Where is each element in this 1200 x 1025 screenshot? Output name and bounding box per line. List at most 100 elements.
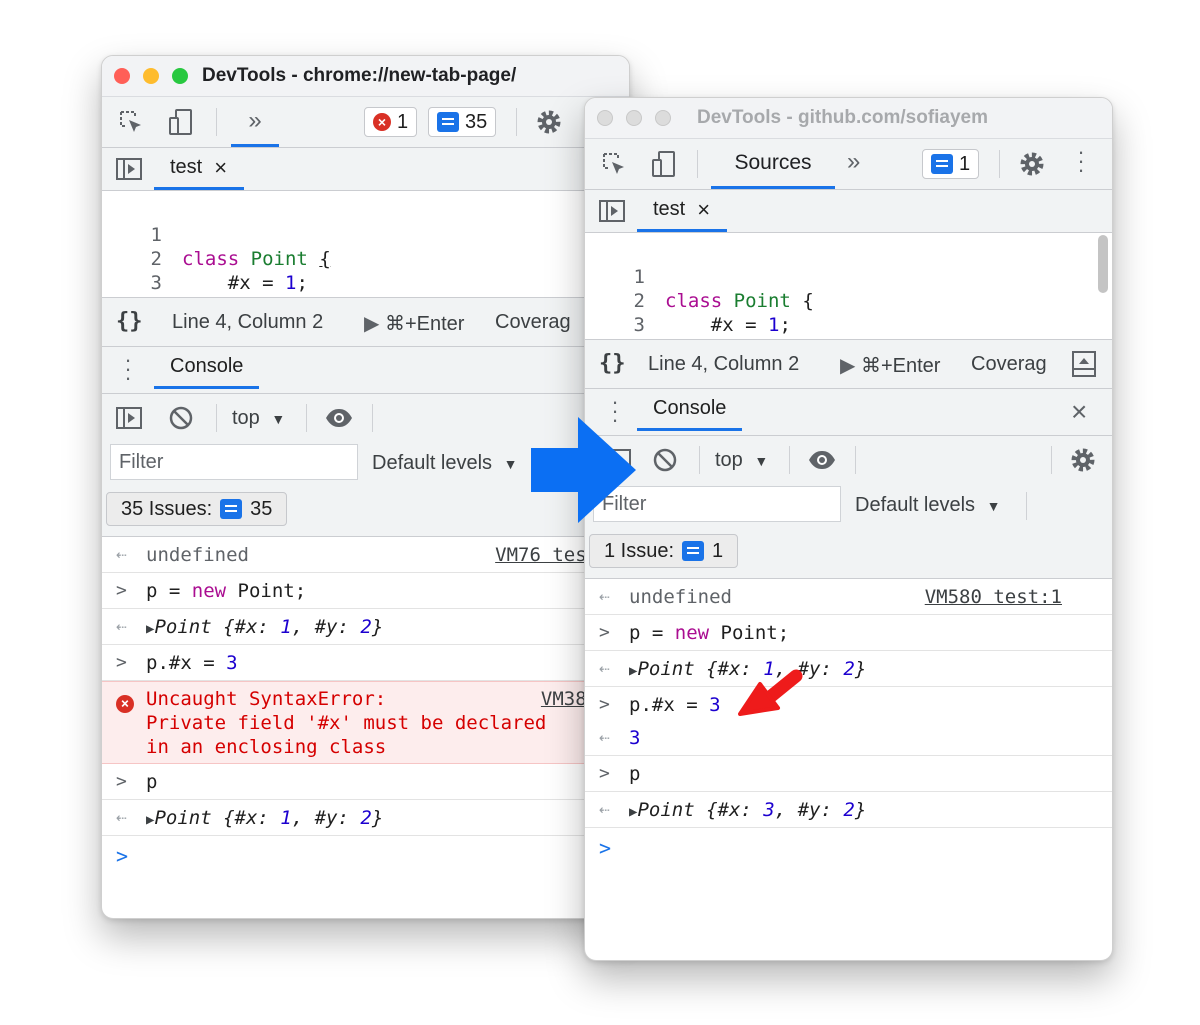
toolbar-separator — [1026, 492, 1027, 520]
tab-console[interactable]: Console — [154, 347, 260, 389]
console-prompt[interactable]: > — [585, 828, 1112, 868]
log-levels-dropdown[interactable]: Default levels ▼ — [855, 494, 1000, 517]
file-tab-test[interactable]: test × — [154, 148, 244, 190]
toggle-navigator-icon[interactable] — [114, 154, 144, 184]
run-shortcut: ⌘+Enter — [384, 313, 465, 335]
log-levels-dropdown[interactable]: Default levels ▼ — [372, 452, 517, 475]
close-drawer-icon[interactable]: × — [1071, 396, 1087, 428]
toggle-sidebar-icon[interactable] — [114, 403, 144, 433]
error-text: in an enclosing class — [146, 736, 387, 758]
device-toolbar-icon[interactable] — [649, 149, 679, 179]
inspect-element-icon[interactable] — [116, 107, 146, 137]
code-editor[interactable]: 1 class Point { 2 #x = 1; 3 #y = 2; 4 } — [585, 233, 1112, 384]
context-selector[interactable]: top ▼ — [232, 407, 285, 430]
live-expression-eye-icon[interactable] — [324, 403, 354, 433]
settings-gear-icon[interactable] — [1017, 149, 1047, 179]
clear-console-icon[interactable] — [650, 445, 680, 475]
object-part: , #y: — [774, 799, 844, 821]
dropdown-arrow-icon: ▼ — [754, 453, 769, 469]
number: 2 — [843, 799, 855, 821]
messages-badge[interactable]: 35 — [428, 107, 497, 137]
object-preview[interactable]: ▶Point {#x: 3, #y: 2} — [629, 799, 866, 821]
console-message: ⇠ ▶Point {#x: 1, #y: 2} — [102, 800, 629, 836]
context-label: top — [715, 449, 743, 471]
log-levels-label: Default levels — [372, 452, 493, 474]
object-part: {#x: — [694, 799, 764, 821]
pretty-print-icon[interactable]: {} — [116, 309, 143, 334]
source-link[interactable]: VM580 test:1 — [925, 586, 1062, 608]
console-message: > p — [585, 756, 1112, 792]
message-icon — [682, 541, 705, 561]
object-preview[interactable]: ▶Point {#x: 1, #y: 2} — [146, 807, 383, 829]
object-name: Point — [154, 807, 212, 829]
object-part: {#x: — [211, 616, 281, 638]
pretty-print-icon[interactable]: {} — [599, 351, 626, 376]
object-part: , #y: — [291, 807, 361, 829]
console-message: ⇠ ▶Point {#x: 1, #y: 2} — [102, 609, 629, 645]
console-message: ⇠ ▶Point {#x: 1, #y: 2} — [585, 651, 1112, 687]
zoom-window-button[interactable] — [172, 68, 188, 84]
brace: { — [802, 290, 814, 312]
live-expression-eye-icon[interactable] — [807, 445, 837, 475]
code-part: Point; — [226, 580, 307, 602]
input-chevron-icon: > — [116, 771, 127, 792]
input-chevron-icon: > — [116, 652, 127, 673]
tab-console[interactable]: Console — [637, 389, 743, 431]
editor-status-bar: {} Line 4, Column 2 ▶ ⌘+Enter Coverag — [585, 339, 1112, 389]
issues-button[interactable]: 1 Issue: 1 — [589, 534, 739, 568]
minimize-window-button[interactable] — [143, 68, 159, 84]
editor-scrollbar[interactable] — [1098, 235, 1108, 293]
input-chevron-icon: > — [599, 763, 610, 784]
toggle-drawer-icon[interactable] — [1069, 349, 1099, 379]
console-message: ⇠ undefined VM580 test:1 — [585, 579, 1112, 615]
tab-sources[interactable]: Sources — [711, 139, 835, 189]
dropdown-arrow-icon: ▼ — [271, 411, 286, 427]
console-prompt[interactable]: > — [102, 836, 629, 876]
close-tab-icon[interactable]: × — [214, 155, 227, 181]
error-icon: × — [373, 113, 391, 131]
filter-input[interactable]: Filter — [110, 444, 358, 480]
code-line-4: 4 } — [142, 271, 211, 343]
issues-button[interactable]: 35 Issues: 35 — [106, 492, 288, 526]
errors-badge[interactable]: × 1 — [364, 107, 418, 137]
code-part: p = — [146, 580, 192, 602]
more-tabs-button[interactable]: » — [231, 97, 279, 147]
context-selector[interactable]: top ▼ — [715, 449, 768, 472]
toolbar-separator — [1051, 446, 1052, 474]
code-editor[interactable]: 1 class Point { 2 #x = 1; 3 #y = 2; 4 } — [102, 191, 629, 343]
private-field: #x — [710, 314, 734, 336]
clear-console-icon[interactable] — [166, 403, 196, 433]
dropdown-arrow-icon: ▼ — [503, 456, 518, 472]
messages-badge[interactable]: 1 — [922, 149, 980, 179]
object-part: {#x: — [211, 807, 281, 829]
console-settings-gear-icon[interactable] — [1068, 445, 1098, 475]
run-snippet-button[interactable]: ▶ ⌘+Enter — [364, 311, 464, 336]
drawer-menu-icon[interactable]: · · · — [124, 349, 132, 389]
code-line-1: 1 class Point { — [625, 241, 814, 312]
drawer-tabs-bar: · · · Console — [102, 347, 629, 394]
file-tab-test[interactable]: test × — [637, 190, 727, 232]
minimize-window-button[interactable] — [626, 110, 642, 126]
run-snippet-button[interactable]: ▶ ⌘+Enter — [840, 353, 940, 378]
device-toolbar-icon[interactable] — [166, 107, 196, 137]
inspect-element-icon[interactable] — [599, 149, 629, 179]
number: 1 — [280, 616, 292, 638]
toggle-navigator-icon[interactable] — [597, 196, 627, 226]
code-line-1: 1 class Point { — [142, 199, 331, 270]
close-window-button[interactable] — [114, 68, 130, 84]
object-preview[interactable]: ▶Point {#x: 1, #y: 2} — [146, 616, 383, 638]
toolbar-separator — [306, 404, 307, 432]
message-text: p — [146, 771, 158, 793]
console-message: ⇠ undefined VM76 test:1 — [102, 537, 629, 573]
message-text: undefined — [146, 544, 249, 566]
close-window-button[interactable] — [597, 110, 613, 126]
close-tab-icon[interactable]: × — [697, 197, 710, 223]
more-tabs-button[interactable]: » — [847, 148, 860, 176]
main-toolbar: » × 1 35 — [102, 97, 629, 148]
settings-gear-icon[interactable] — [534, 107, 564, 137]
zoom-window-button[interactable] — [655, 110, 671, 126]
customize-menu-icon[interactable]: · · · — [1077, 141, 1085, 181]
code-part: Point; — [709, 622, 790, 644]
issues-label: 35 Issues: — [121, 497, 213, 520]
semicolon: ; — [296, 272, 308, 294]
